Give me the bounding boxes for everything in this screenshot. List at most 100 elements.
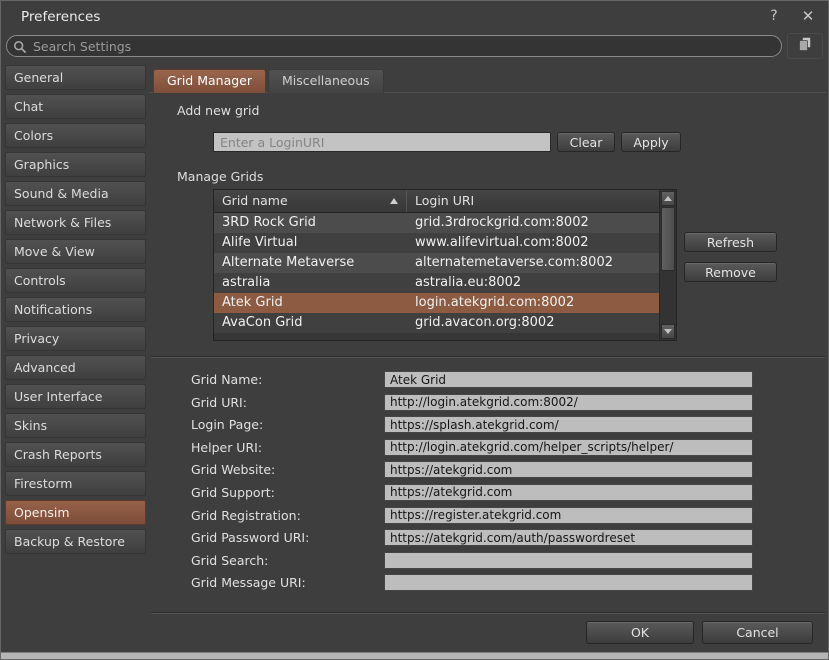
copy-settings-button[interactable] <box>787 33 823 59</box>
scrollbar-thumb[interactable] <box>661 207 675 271</box>
cell-login-uri: astralia.eu:8002 <box>407 273 659 293</box>
sidebar-item-chat[interactable]: Chat <box>5 94 146 119</box>
sidebar-item-backup-restore[interactable]: Backup & Restore <box>5 529 146 554</box>
triangle-down-icon <box>664 329 672 334</box>
table-row-astralia[interactable]: astralia astralia.eu:8002 <box>214 273 659 293</box>
detail-row: Helper URI: <box>191 439 753 456</box>
table-row-alife-virtual[interactable]: Alife Virtual www.alifevirtual.com:8002 <box>214 233 659 253</box>
scroll-up-button[interactable] <box>661 191 675 206</box>
tab-grid-manager[interactable]: Grid Manager <box>153 69 266 93</box>
detail-row: Grid Registration: <box>191 507 753 524</box>
sidebar-item-notifications[interactable]: Notifications <box>5 297 146 322</box>
copy-icon <box>797 36 813 56</box>
sidebar-item-opensim[interactable]: Opensim <box>5 500 146 525</box>
cell-login-uri: login.atekgrid.com:8002 <box>407 293 659 313</box>
cell-grid-name: Alternate Metaverse <box>214 253 407 273</box>
window-resize-edge[interactable] <box>1 652 828 659</box>
grid-name-input[interactable] <box>384 371 753 388</box>
manage-grids-label: Manage Grids <box>177 169 263 184</box>
help-button[interactable]: ? <box>764 6 784 26</box>
sidebar-item-controls[interactable]: Controls <box>5 268 146 293</box>
grid-message-uri-input[interactable] <box>384 574 753 591</box>
apply-button[interactable]: Apply <box>621 132 681 152</box>
table-row-avacon-grid[interactable]: AvaCon Grid grid.avacon.org:8002 <box>214 313 659 333</box>
grid-search-label: Grid Search: <box>191 553 384 568</box>
grid-table: Grid name Login URI 3RD Rock Grid grid.3… <box>213 189 677 341</box>
grid-registration-input[interactable] <box>384 507 753 524</box>
sidebar-item-user-interface[interactable]: User Interface <box>5 384 146 409</box>
sort-ascending-icon <box>390 198 398 204</box>
cell-grid-name: AvaCon Grid <box>214 313 407 333</box>
loginuri-input[interactable] <box>213 132 551 152</box>
cell-grid-name: astralia <box>214 273 407 293</box>
search-icon <box>13 39 27 53</box>
sidebar-item-advanced[interactable]: Advanced <box>5 355 146 380</box>
search-input[interactable] <box>6 35 782 57</box>
grid-details-form: Grid Name: Grid URI: Login Page: Helper … <box>191 371 753 597</box>
table-row-atek-grid-selected[interactable]: Atek Grid login.atekgrid.com:8002 <box>214 293 659 313</box>
grid-table-rows: 3RD Rock Grid grid.3rdrockgrid.com:8002 … <box>214 213 659 333</box>
helper-uri-input[interactable] <box>384 439 753 456</box>
preferences-window: Preferences ? ✕ General Chat <box>0 0 829 660</box>
sidebar-item-sound-media[interactable]: Sound & Media <box>5 181 146 206</box>
sidebar-item-general[interactable]: General <box>5 65 146 90</box>
grid-uri-input[interactable] <box>384 394 753 411</box>
remove-button[interactable]: Remove <box>684 262 777 282</box>
sidebar-item-privacy[interactable]: Privacy <box>5 326 146 351</box>
search-settings-field[interactable] <box>6 35 782 57</box>
grid-message-uri-label: Grid Message URI: <box>191 575 384 590</box>
clear-button[interactable]: Clear <box>557 132 615 152</box>
login-page-label: Login Page: <box>191 417 384 432</box>
grid-support-input[interactable] <box>384 484 753 501</box>
grid-password-uri-input[interactable] <box>384 529 753 546</box>
sidebar-item-move-view[interactable]: Move & View <box>5 239 146 264</box>
grid-table-header: Grid name Login URI <box>214 190 659 213</box>
refresh-button[interactable]: Refresh <box>684 232 777 252</box>
ok-button[interactable]: OK <box>586 621 694 644</box>
detail-row: Grid Name: <box>191 371 753 388</box>
opensim-tabs: Grid Manager Miscellaneous <box>153 69 384 93</box>
cell-grid-name: 3RD Rock Grid <box>214 213 407 233</box>
table-row-3rd-rock-grid[interactable]: 3RD Rock Grid grid.3rdrockgrid.com:8002 <box>214 213 659 233</box>
cell-grid-name: Atek Grid <box>214 293 407 313</box>
grid-password-uri-label: Grid Password URI: <box>191 530 384 545</box>
detail-row: Grid Support: <box>191 484 753 501</box>
grid-website-input[interactable] <box>384 461 753 478</box>
sidebar-item-colors[interactable]: Colors <box>5 123 146 148</box>
scroll-down-button[interactable] <box>661 324 675 339</box>
column-header-grid-name-label: Grid name <box>222 193 288 208</box>
sidebar-item-crash-reports[interactable]: Crash Reports <box>5 442 146 467</box>
sidebar-item-firestorm[interactable]: Firestorm <box>5 471 146 496</box>
grid-uri-label: Grid URI: <box>191 395 384 410</box>
add-new-grid-label: Add new grid <box>177 103 259 118</box>
cell-login-uri: alternatemetaverse.com:8002 <box>407 253 659 273</box>
window-title: Preferences <box>21 9 100 25</box>
grid-support-label: Grid Support: <box>191 485 384 500</box>
detail-row: Login Page: <box>191 416 753 433</box>
cancel-button[interactable]: Cancel <box>702 621 813 644</box>
table-row-alternate-metaverse[interactable]: Alternate Metaverse alternatemetaverse.c… <box>214 253 659 273</box>
grid-name-label: Grid Name: <box>191 372 384 387</box>
column-header-grid-name[interactable]: Grid name <box>214 190 407 212</box>
helper-uri-label: Helper URI: <box>191 440 384 455</box>
detail-row: Grid Message URI: <box>191 574 753 591</box>
cell-login-uri: www.alifevirtual.com:8002 <box>407 233 659 253</box>
login-page-input[interactable] <box>384 416 753 433</box>
sidebar-item-skins[interactable]: Skins <box>5 413 146 438</box>
sidebar: General Chat Colors Graphics Sound & Med… <box>5 65 146 558</box>
cell-grid-name: Alife Virtual <box>214 233 407 253</box>
sidebar-item-graphics[interactable]: Graphics <box>5 152 146 177</box>
column-header-login-uri[interactable]: Login URI <box>407 190 659 212</box>
titlebar[interactable]: Preferences ? ✕ <box>1 1 828 31</box>
triangle-up-icon <box>664 196 672 201</box>
close-button[interactable]: ✕ <box>798 6 818 26</box>
grid-search-input[interactable] <box>384 552 753 569</box>
detail-row: Grid Password URI: <box>191 529 753 546</box>
table-scrollbar[interactable] <box>659 190 676 340</box>
search-row <box>6 34 823 58</box>
sidebar-item-network-files[interactable]: Network & Files <box>5 210 146 235</box>
divider <box>151 612 825 614</box>
tab-miscellaneous[interactable]: Miscellaneous <box>268 69 384 93</box>
column-header-login-uri-label: Login URI <box>415 193 474 208</box>
detail-row: Grid URI: <box>191 394 753 411</box>
